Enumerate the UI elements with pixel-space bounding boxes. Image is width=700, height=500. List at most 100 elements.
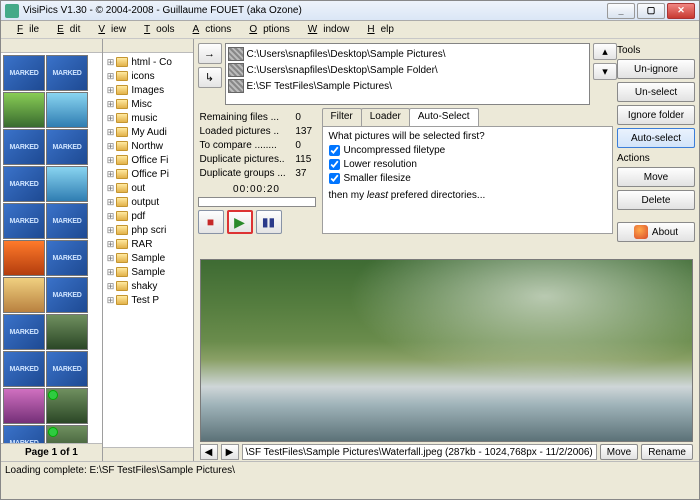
thumbnail-grid[interactable] bbox=[1, 53, 102, 443]
menu-window[interactable]: Window bbox=[296, 24, 356, 35]
statusbar: Loading complete: E:\SF TestFiles\Sample… bbox=[1, 461, 699, 479]
thumbnail[interactable] bbox=[3, 166, 45, 202]
folder-tree[interactable]: html - CoiconsImagesMiscmusicMy AudiNort… bbox=[103, 53, 193, 447]
folder-tree-panel: html - CoiconsImagesMiscmusicMy AudiNort… bbox=[103, 39, 194, 461]
tree-node[interactable]: music bbox=[105, 111, 193, 125]
tree-node[interactable]: Office Fi bbox=[105, 153, 193, 167]
menu-edit[interactable]: Edit bbox=[45, 24, 86, 35]
tree-node[interactable]: out bbox=[105, 181, 193, 195]
move-button[interactable]: Move bbox=[617, 167, 695, 187]
menu-tools[interactable]: Tools bbox=[132, 24, 180, 35]
tree-node[interactable]: pdf bbox=[105, 209, 193, 223]
up-folder-button[interactable]: ↳ bbox=[198, 67, 222, 88]
preview-move-button[interactable]: Move bbox=[600, 444, 638, 460]
auto-select-button[interactable]: Auto-select bbox=[617, 128, 695, 148]
tree-node[interactable]: Images bbox=[105, 83, 193, 97]
tree-node[interactable]: shaky bbox=[105, 279, 193, 293]
add-folder-button[interactable]: → bbox=[198, 43, 222, 64]
menu-help[interactable]: Help bbox=[355, 24, 400, 35]
thumbnail[interactable] bbox=[46, 425, 88, 443]
thumbnail[interactable] bbox=[46, 277, 88, 313]
close-button[interactable]: ✕ bbox=[667, 3, 695, 19]
preview-rename-button[interactable]: Rename bbox=[641, 444, 693, 460]
elapsed-time: 00:00:20 bbox=[198, 184, 316, 195]
check-lower-res[interactable]: Lower resolution bbox=[329, 159, 606, 170]
tab-auto-select[interactable]: Auto-Select bbox=[409, 108, 479, 126]
prev-image-button[interactable]: ◀ bbox=[200, 444, 218, 460]
thumbnail[interactable] bbox=[46, 203, 88, 239]
menubar: FileEditViewToolsActionsOptionsWindowHel… bbox=[1, 21, 699, 39]
thumbnail[interactable] bbox=[46, 92, 88, 128]
ignore-folder-button[interactable]: Ignore folder bbox=[617, 105, 695, 125]
thumbnail[interactable] bbox=[3, 203, 45, 239]
window-title: VisiPics V1.30 - © 2004-2008 - Guillaume… bbox=[23, 5, 607, 16]
thumbnail[interactable] bbox=[3, 351, 45, 387]
thumbnail[interactable] bbox=[46, 240, 88, 276]
tree-node[interactable]: output bbox=[105, 195, 193, 209]
tab-body: What pictures will be selected first? Un… bbox=[322, 126, 613, 234]
tree-node[interactable]: Sample bbox=[105, 251, 193, 265]
page-indicator: Page 1 of 1 bbox=[1, 443, 102, 461]
move-dir-up-button[interactable]: ▴ bbox=[593, 43, 617, 60]
thumbnail[interactable] bbox=[3, 129, 45, 165]
thumbnail[interactable] bbox=[3, 92, 45, 128]
menu-view[interactable]: View bbox=[86, 24, 132, 35]
directory-row[interactable]: C:\Users\snapfiles\Desktop\Sample Pictur… bbox=[228, 46, 587, 62]
stats-table: Remaining files ...0 Loaded pictures ..1… bbox=[198, 108, 316, 184]
thumbnail[interactable] bbox=[3, 388, 45, 424]
tree-node[interactable]: Test P bbox=[105, 293, 193, 307]
tree-node[interactable]: php scri bbox=[105, 223, 193, 237]
directory-row[interactable]: E:\SF TestFiles\Sample Pictures\ bbox=[228, 78, 587, 94]
tree-node[interactable]: Office Pi bbox=[105, 167, 193, 181]
auto-note: then my least prefered directories... bbox=[329, 190, 606, 201]
titlebar: VisiPics V1.30 - © 2004-2008 - Guillaume… bbox=[1, 1, 699, 21]
move-dir-down-button[interactable]: ▾ bbox=[593, 63, 617, 80]
thumbnail[interactable] bbox=[46, 166, 88, 202]
maximize-button[interactable]: ▢ bbox=[637, 3, 665, 19]
check-uncompressed[interactable]: Uncompressed filetype bbox=[329, 145, 606, 156]
thumbnail[interactable] bbox=[3, 277, 45, 313]
tree-node[interactable]: html - Co bbox=[105, 55, 193, 69]
thumbnail[interactable] bbox=[3, 425, 45, 443]
tree-node[interactable]: Misc bbox=[105, 97, 193, 111]
thumbnail-panel: Page 1 of 1 bbox=[1, 39, 103, 461]
directory-row[interactable]: C:\Users\snapfiles\Desktop\Sample Folder… bbox=[228, 62, 587, 78]
check-smaller-size[interactable]: Smaller filesize bbox=[329, 173, 606, 184]
menu-file[interactable]: File bbox=[5, 24, 45, 35]
tools-header: Tools bbox=[617, 45, 695, 56]
thumbnail[interactable] bbox=[46, 314, 88, 350]
tab-filter[interactable]: Filter bbox=[322, 108, 362, 126]
thumbnail[interactable] bbox=[3, 55, 45, 91]
thumbnail[interactable] bbox=[46, 388, 88, 424]
thumbnail[interactable] bbox=[46, 351, 88, 387]
thumbnail[interactable] bbox=[3, 314, 45, 350]
thumbnail[interactable] bbox=[46, 129, 88, 165]
auto-question: What pictures will be selected first? bbox=[329, 131, 606, 142]
image-preview bbox=[200, 259, 693, 442]
image-path: \SF TestFiles\Sample Pictures\Waterfall.… bbox=[242, 444, 597, 460]
about-button[interactable]: About bbox=[617, 222, 695, 242]
stop-button[interactable]: ■ bbox=[198, 210, 224, 234]
directory-list[interactable]: C:\Users\snapfiles\Desktop\Sample Pictur… bbox=[225, 43, 590, 105]
tab-loader[interactable]: Loader bbox=[361, 108, 410, 126]
pause-button[interactable]: ▮▮ bbox=[256, 210, 282, 234]
tree-node[interactable]: My Audi bbox=[105, 125, 193, 139]
about-icon bbox=[634, 225, 648, 239]
menu-options[interactable]: Options bbox=[237, 24, 295, 35]
tree-node[interactable]: Northw bbox=[105, 139, 193, 153]
menu-actions[interactable]: Actions bbox=[181, 24, 238, 35]
thumbnail[interactable] bbox=[3, 240, 45, 276]
progress-bar bbox=[198, 197, 316, 207]
actions-header: Actions bbox=[617, 153, 695, 164]
app-icon bbox=[5, 4, 19, 18]
unignore-button[interactable]: Un-ignore bbox=[617, 59, 695, 79]
tree-node[interactable]: RAR bbox=[105, 237, 193, 251]
play-button[interactable]: ▶ bbox=[227, 210, 253, 234]
unselect-button[interactable]: Un-select bbox=[617, 82, 695, 102]
delete-button[interactable]: Delete bbox=[617, 190, 695, 210]
next-image-button[interactable]: ▶ bbox=[221, 444, 239, 460]
thumbnail[interactable] bbox=[46, 55, 88, 91]
tree-node[interactable]: icons bbox=[105, 69, 193, 83]
tree-node[interactable]: Sample bbox=[105, 265, 193, 279]
minimize-button[interactable]: _ bbox=[607, 3, 635, 19]
